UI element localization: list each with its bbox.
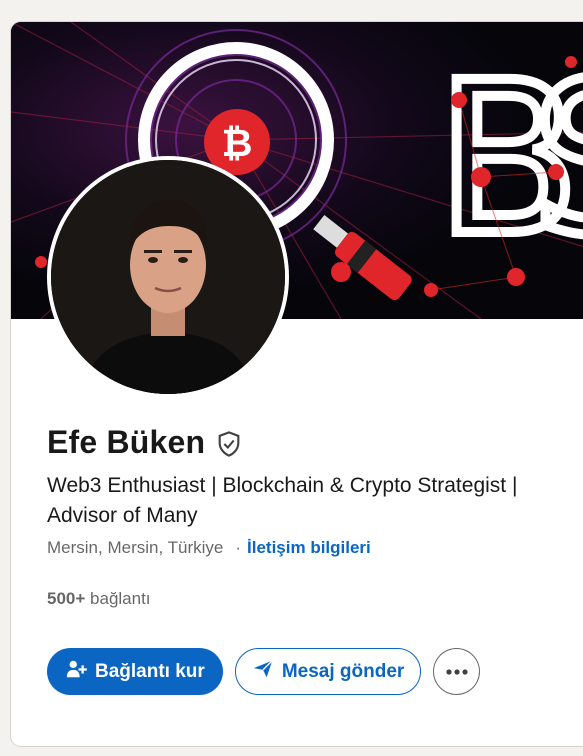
message-label: Mesaj gönder bbox=[281, 660, 405, 682]
profile-actions: Bağlantı kur Mesaj gönder bbox=[47, 648, 481, 695]
svg-text:₿: ₿ bbox=[222, 121, 253, 165]
profile-headline: Web3 Enthusiast | Blockchain & Crypto St… bbox=[47, 474, 518, 527]
add-person-icon bbox=[65, 658, 87, 686]
separator-dot: · bbox=[235, 538, 242, 557]
profile-name: Efe Büken bbox=[47, 424, 206, 460]
connections-number: 500+ bbox=[47, 589, 86, 608]
location-row: Mersin, Mersin, Türkiye · İletişim bilgi… bbox=[47, 538, 371, 558]
profile-photo[interactable] bbox=[47, 156, 289, 398]
send-icon bbox=[252, 658, 274, 686]
avatar bbox=[51, 160, 285, 394]
connect-label: Bağlantı kur bbox=[95, 660, 205, 682]
message-button[interactable]: Mesaj gönder bbox=[234, 648, 422, 695]
verified-shield-icon[interactable] bbox=[215, 430, 243, 458]
connections-label: bağlantı bbox=[90, 589, 151, 608]
more-options-button[interactable] bbox=[433, 648, 481, 695]
person-photo-illustration bbox=[51, 160, 285, 394]
connect-button[interactable]: Bağlantı kur bbox=[47, 648, 223, 695]
profile-card: ₿ B S bbox=[11, 22, 583, 746]
connections-count[interactable]: 500+ bağlantı bbox=[47, 589, 151, 609]
profile-location: Mersin, Mersin, Türkiye bbox=[47, 538, 224, 557]
more-icon bbox=[445, 664, 469, 679]
name-row: Efe Büken bbox=[47, 424, 243, 461]
contact-info-link[interactable]: İletişim bilgileri bbox=[247, 538, 371, 558]
svg-text:S: S bbox=[531, 37, 583, 282]
